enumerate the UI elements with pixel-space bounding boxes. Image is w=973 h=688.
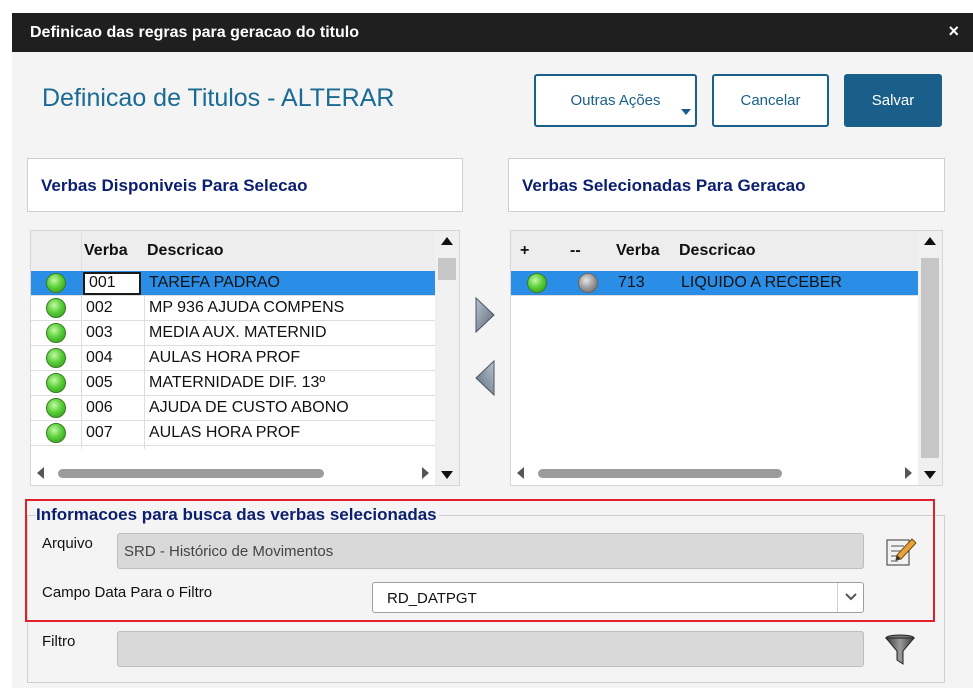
cell-verba: 006 — [86, 399, 113, 416]
scroll-down-icon[interactable] — [441, 471, 453, 479]
edit-icon[interactable] — [884, 535, 918, 569]
scroll-thumb[interactable] — [58, 469, 324, 478]
grid-header: Verba Descricao — [31, 231, 459, 271]
move-left-icon[interactable] — [474, 360, 496, 396]
scroll-thumb[interactable] — [921, 258, 939, 458]
cell-descricao: AULAS HORA PROF — [149, 349, 301, 366]
column-header-minus[interactable]: -- — [570, 242, 581, 260]
filtro-label: Filtro — [42, 633, 76, 650]
cell-verba: 005 — [86, 374, 113, 391]
save-button[interactable]: Salvar — [844, 74, 942, 127]
vertical-scrollbar[interactable] — [918, 231, 942, 485]
campo-data-label: Campo Data Para o Filtro — [42, 584, 213, 601]
table-row[interactable]: 007 AULAS HORA PROF — [31, 421, 436, 446]
chevron-down-icon — [845, 593, 857, 601]
cell-verba: 003 — [86, 324, 113, 341]
cell-descricao: AJUDA DE CUSTO ABONO — [149, 399, 349, 416]
cell-descricao: AULAS HORA PROF — [149, 424, 301, 441]
campo-data-value: RD_DATPGT — [387, 590, 477, 607]
column-header-verba[interactable]: Verba — [616, 242, 660, 260]
horizontal-scrollbar[interactable] — [511, 461, 918, 485]
cell-descricao: MATERNIDADE DIF. 13º — [149, 374, 326, 391]
cell-descricao: MP 936 AJUDA COMPENS — [149, 299, 345, 316]
window-title: Definicao das regras para geracao do tit… — [30, 24, 359, 41]
cell-descricao: TAREFA PADRAO — [149, 274, 280, 291]
arquivo-field[interactable]: SRD - Histórico de Movimentos — [117, 533, 864, 569]
column-header-plus[interactable]: + — [520, 242, 529, 260]
arquivo-value: SRD - Histórico de Movimentos — [124, 543, 334, 560]
add-status-green-icon[interactable] — [527, 273, 547, 293]
table-row[interactable]: 006 AJUDA DE CUSTO ABONO — [31, 396, 436, 421]
scroll-thumb[interactable] — [538, 469, 782, 478]
column-header-descricao[interactable]: Descricao — [147, 242, 224, 260]
status-green-icon — [46, 348, 66, 368]
window-titlebar: Definicao das regras para geracao do tit… — [12, 13, 973, 52]
cell-descricao: MEDIA AUX. MATERNID — [149, 324, 327, 341]
scroll-left-icon[interactable] — [37, 467, 44, 479]
scroll-right-icon[interactable] — [905, 467, 912, 479]
status-green-icon — [46, 373, 66, 393]
scroll-left-icon[interactable] — [517, 467, 524, 479]
table-row[interactable]: 004 AULAS HORA PROF — [31, 346, 436, 371]
info-section-title: Informacoes para busca das verbas seleci… — [36, 505, 439, 525]
status-green-icon — [46, 298, 66, 318]
save-label: Salvar — [871, 92, 915, 109]
table-row[interactable]: 005 MATERNIDADE DIF. 13º — [31, 371, 436, 396]
cancel-button[interactable]: Cancelar — [712, 74, 829, 127]
filter-icon[interactable] — [884, 633, 918, 667]
arquivo-label: Arquivo — [42, 535, 93, 552]
selected-verbas-grid[interactable]: + -- Verba Descricao 713 LIQUIDO A RECEB… — [510, 230, 943, 486]
table-row[interactable]: 003 MEDIA AUX. MATERNID — [31, 321, 436, 346]
horizontal-scrollbar[interactable] — [31, 461, 435, 485]
scroll-right-icon[interactable] — [422, 467, 429, 479]
selected-panel-header: Verbas Selecionadas Para Geracao — [508, 158, 945, 212]
column-header-descricao[interactable]: Descricao — [679, 242, 756, 260]
filtro-field[interactable] — [117, 631, 864, 667]
cell-verba: 007 — [86, 424, 113, 441]
page-title: Definicao de Titulos - ALTERAR — [42, 84, 395, 112]
cell-verba: 002 — [86, 299, 113, 316]
remove-status-gray-icon[interactable] — [578, 273, 598, 293]
vertical-scrollbar[interactable] — [435, 231, 459, 485]
status-green-icon — [46, 323, 66, 343]
cancel-label: Cancelar — [740, 92, 801, 109]
available-verbas-grid[interactable]: Verba Descricao 001 TAREFA PADRAO 002 MP… — [30, 230, 460, 486]
available-panel-header: Verbas Disponiveis Para Selecao — [27, 158, 463, 212]
scroll-thumb[interactable] — [438, 258, 456, 280]
status-green-icon — [46, 398, 66, 418]
table-row[interactable]: 001 TAREFA PADRAO — [31, 271, 436, 296]
scroll-up-icon[interactable] — [441, 237, 453, 245]
status-green-icon — [46, 273, 66, 293]
select-arrow[interactable] — [837, 583, 863, 612]
scroll-up-icon[interactable] — [924, 237, 936, 245]
caret-down-icon — [681, 109, 691, 115]
column-header-verba[interactable]: Verba — [84, 242, 128, 260]
cell-verba: 713 — [618, 274, 645, 291]
cell-descricao: LIQUIDO A RECEBER — [681, 274, 842, 291]
cell-verba: 001 — [89, 274, 116, 291]
available-panel-title: Verbas Disponiveis Para Selecao — [41, 176, 308, 195]
move-right-icon[interactable] — [474, 297, 496, 333]
grid-header: + -- Verba Descricao — [511, 231, 942, 271]
outras-acoes-label: Outras Ações — [570, 92, 661, 109]
scroll-down-icon[interactable] — [924, 471, 936, 479]
table-row[interactable]: 002 MP 936 AJUDA COMPENS — [31, 296, 436, 321]
close-icon[interactable]: × — [948, 21, 959, 42]
status-green-icon — [46, 423, 66, 443]
outras-acoes-button[interactable]: Outras Ações — [534, 74, 697, 127]
campo-data-select[interactable]: RD_DATPGT — [372, 582, 864, 613]
selected-panel-title: Verbas Selecionadas Para Geracao — [522, 176, 806, 195]
cell-verba: 004 — [86, 349, 113, 366]
table-row[interactable]: 713 LIQUIDO A RECEBER — [511, 271, 919, 296]
